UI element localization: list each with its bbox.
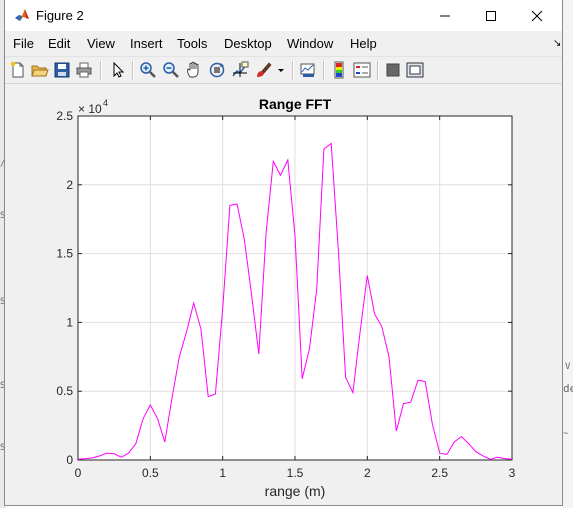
x-axis-label: range (m) [265,483,326,499]
y-exponent-multiplier: × 10 [78,102,102,116]
x-tick-label: 2 [364,466,371,480]
x-tick-label: 1.5 [287,466,304,480]
y-tick-label: 1 [66,315,73,329]
y-tick-label: 1.5 [56,247,73,261]
y-exponent-power: 4 [103,98,108,108]
x-tick-label: 1 [219,466,226,480]
x-tick-label: 0 [75,466,82,480]
plot-area: 0 0.5 1 1.5 2 2.5 3 0 0.5 1 1.5 2 2.5 Range FFT rang… [56,96,516,499]
y-tick-label: 2.5 [56,109,73,123]
x-tick-label: 3 [509,466,516,480]
y-tick-label: 0 [66,453,73,467]
y-tick-label: 2 [66,178,73,192]
x-tick-label: 0.5 [142,466,159,480]
x-tick-label: 2.5 [431,466,448,480]
y-tick-label: 0.5 [56,384,73,398]
chart-title: Range FFT [259,96,332,112]
